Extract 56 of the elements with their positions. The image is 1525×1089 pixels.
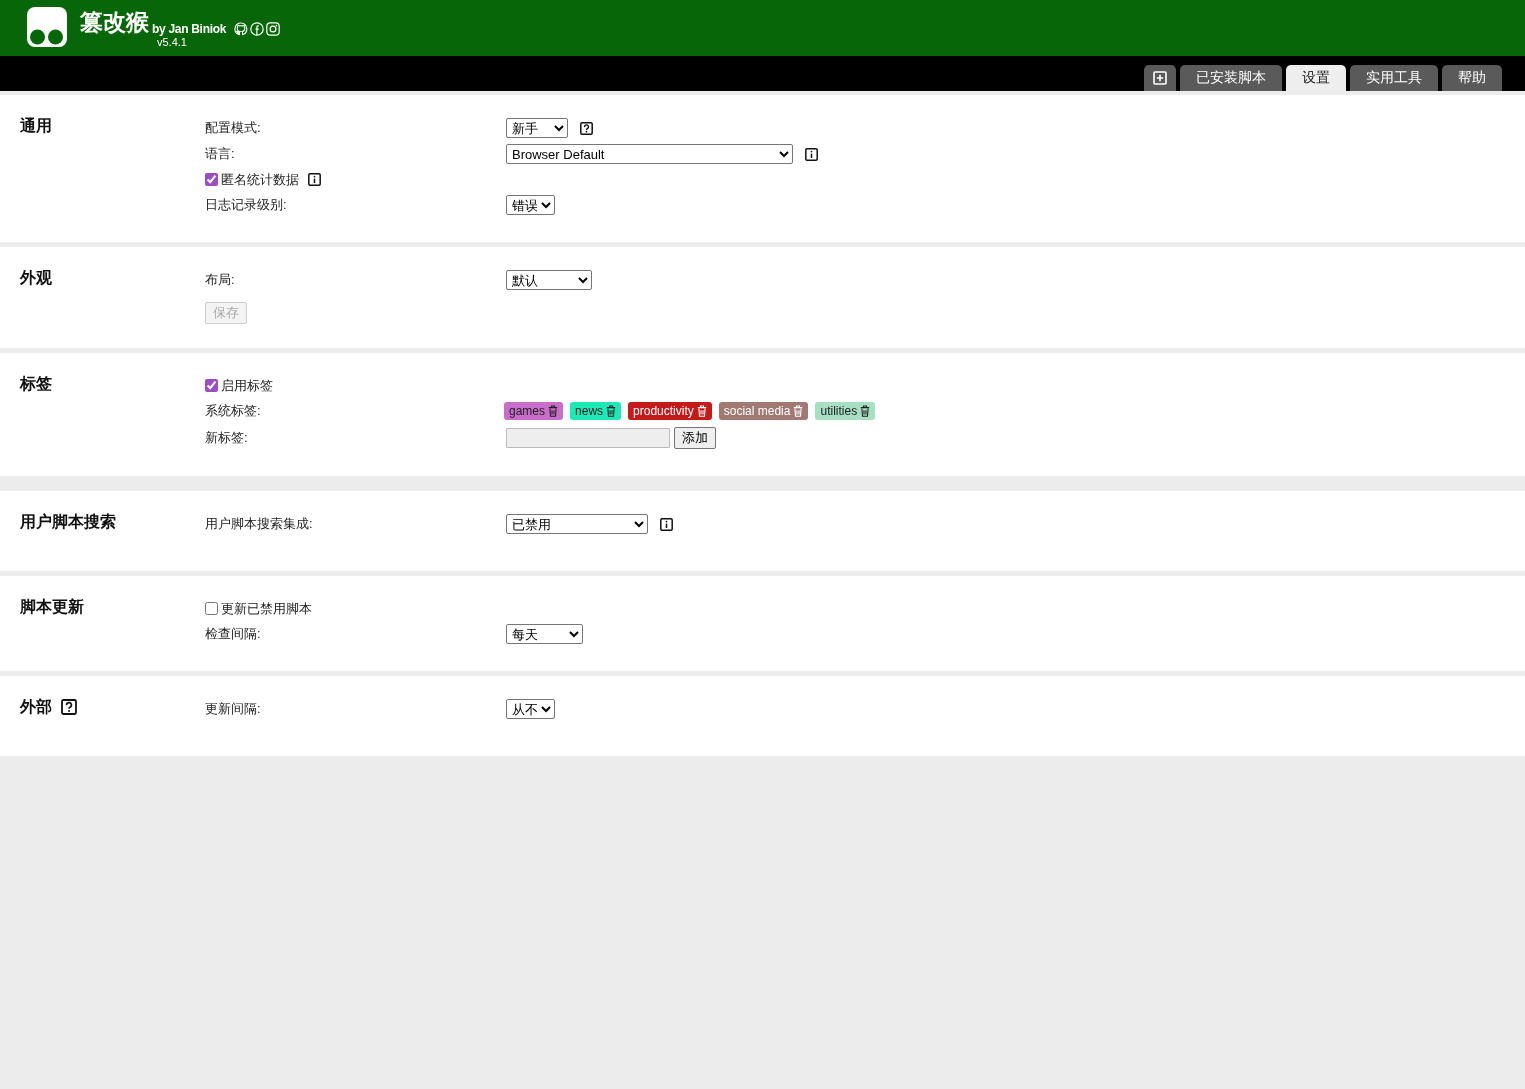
info-icon[interactable] (805, 147, 818, 161)
tab[interactable]: 实用工具 (1350, 65, 1438, 91)
checkbox-label: 匿名统计数据 (221, 170, 299, 189)
add-tab[interactable] (1144, 65, 1176, 91)
version-label: v5.4.1 (156, 36, 188, 49)
field-label: 用户脚本搜索集成: (205, 515, 314, 533)
add-button[interactable]: 添加 (674, 427, 716, 449)
dropdown[interactable]: 已禁用 (506, 514, 648, 534)
app-title: 篡改猴 (80, 8, 149, 37)
field-label: 新标签: (205, 429, 249, 447)
field-label: 配置模式: (205, 119, 262, 137)
section-title: 外部 (20, 696, 52, 717)
dropdown[interactable]: 从不 (506, 699, 555, 719)
dropdown[interactable]: 错误 (506, 195, 555, 215)
section-title: 脚本更新 (20, 596, 84, 617)
tag-label: news (575, 404, 604, 418)
tab[interactable]: 帮助 (1442, 65, 1502, 91)
tag-label: utilities (820, 404, 858, 418)
dropdown[interactable]: 新手 (506, 118, 568, 138)
tag-label: social media (723, 404, 791, 418)
trash-icon[interactable] (860, 405, 871, 417)
instagram-icon[interactable] (266, 22, 281, 36)
input-field[interactable] (506, 428, 670, 448)
tab[interactable]: 已安装脚本 (1180, 65, 1282, 91)
help-icon[interactable] (580, 121, 593, 135)
field-label: 更新间隔: (205, 700, 262, 718)
checkbox[interactable] (205, 602, 218, 615)
checkbox[interactable] (205, 173, 218, 186)
field-label: 语言: (205, 145, 236, 163)
author-byline: by Jan Biniok (152, 22, 227, 36)
tab[interactable]: 设置 (1286, 65, 1346, 91)
help-icon[interactable] (61, 699, 77, 715)
logo-icon (27, 7, 67, 47)
field-label: 日志记录级别: (205, 196, 288, 214)
section-title: 外观 (20, 267, 52, 288)
tag-label: games (509, 404, 546, 418)
info-icon[interactable] (308, 173, 321, 186)
trash-icon[interactable] (548, 405, 559, 417)
dropdown[interactable]: 默认 (506, 270, 592, 290)
dropdown[interactable]: 每天 (506, 624, 583, 644)
dropdown[interactable]: Browser Default (506, 144, 793, 164)
trash-icon[interactable] (606, 405, 617, 417)
section-title: 用户脚本搜索 (20, 511, 116, 532)
facebook-icon[interactable] (250, 22, 265, 36)
github-icon[interactable] (234, 22, 249, 36)
info-icon[interactable] (660, 517, 673, 531)
checkbox[interactable] (205, 379, 218, 392)
field-label: 布局: (205, 271, 236, 289)
tag-label: productivity (633, 404, 694, 418)
checkbox-label: 更新已禁用脚本 (221, 599, 312, 618)
section-title: 通用 (20, 115, 52, 136)
field-label: 系统标签: (205, 402, 262, 420)
plus-square-icon (1153, 71, 1167, 85)
field-label: 检查间隔: (205, 625, 262, 643)
section-title: 标签 (20, 373, 52, 394)
checkbox-label: 启用标签 (221, 376, 273, 395)
